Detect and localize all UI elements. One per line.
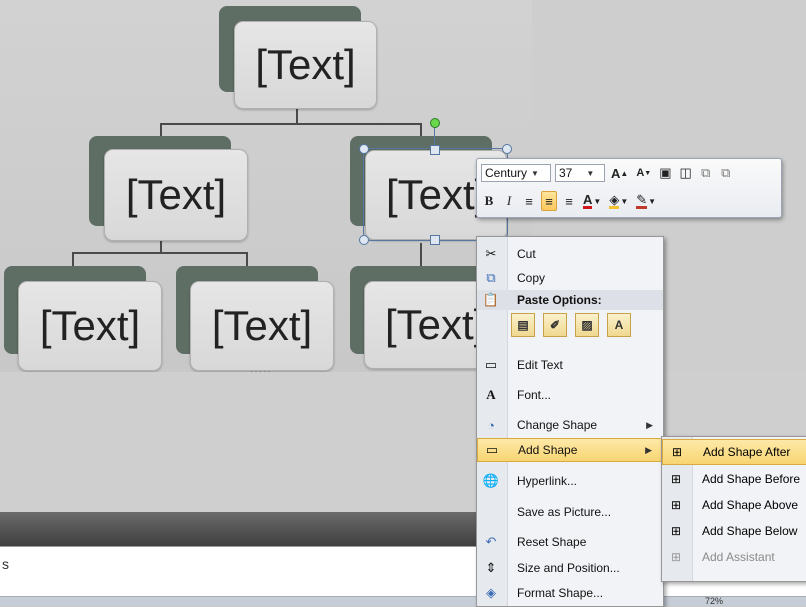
context-menu: ✂ Cut ⧉ Copy 📋 Paste Options: ▤ ✐ ▨ A ▭ … <box>476 236 664 607</box>
submenu-arrow-icon: ▶ <box>645 444 652 455</box>
menu-item-label: Copy <box>517 271 546 285</box>
resize-handle[interactable] <box>359 144 369 154</box>
paste-keep-text-only-icon[interactable]: A <box>607 313 631 337</box>
submenu-item-add-assistant: ⊞ Add Assistant <box>662 544 806 570</box>
font-size-combo[interactable]: 37 ▼ <box>555 164 605 182</box>
font-size-value: 37 <box>559 166 573 180</box>
align-left-icon[interactable]: ≡ <box>521 191 537 211</box>
shape-fill-icon[interactable]: ◈ ▼ <box>607 191 630 211</box>
send-backward-icon[interactable]: ⧉ <box>718 163 734 183</box>
reset-shape-icon: ↶ <box>485 534 497 549</box>
chevron-down-icon[interactable]: ▼ <box>586 169 594 178</box>
paste-options-row: ▤ ✐ ▨ A <box>511 313 631 337</box>
mini-toolbar: Century ▼ 37 ▼ A ▲ A ▼ ▣ ◫ ⧉ ⧉ B I ≡ ≡ ≡ A ▼ … <box>476 158 782 218</box>
paste-use-destination-theme-icon[interactable]: ▤ <box>511 313 535 337</box>
menu-item-label: Add Shape Below <box>702 524 798 538</box>
smartart-node-bot-1[interactable]: [Text] <box>18 281 162 371</box>
menu-item-label: Reset Shape <box>517 535 587 549</box>
add-shape-below-icon: ⊞ <box>670 524 682 538</box>
paste-options-header: 📋 Paste Options: <box>477 290 663 310</box>
smartart-node-bot-2[interactable]: [Text] <box>190 281 334 371</box>
resize-handle[interactable] <box>359 235 369 245</box>
quick-styles-icon[interactable]: ▣ <box>657 163 673 183</box>
menu-header-label: Paste Options: <box>517 293 602 307</box>
align-right-icon[interactable]: ≡ <box>561 191 577 211</box>
menu-item-hyperlink[interactable]: 🌐 Hyperlink... <box>477 469 663 493</box>
submenu-item-add-shape-below[interactable]: ⊞ Add Shape Below <box>662 518 806 544</box>
menu-item-label: Save as Picture... <box>517 505 612 519</box>
menu-item-size-and-position[interactable]: ⇕ Size and Position... <box>477 556 663 580</box>
menu-item-label: Size and Position... <box>517 561 620 575</box>
font-name-combo[interactable]: Century ▼ <box>481 164 551 182</box>
rotate-handle[interactable] <box>430 118 440 128</box>
menu-item-cut[interactable]: ✂ Cut <box>477 242 663 266</box>
add-shape-above-icon: ⊞ <box>670 498 682 512</box>
submenu-item-add-shape-after[interactable]: ⊞ Add Shape After <box>662 439 806 465</box>
menu-item-change-shape[interactable]: ◔ Change Shape ▶ <box>477 413 663 437</box>
shrink-font-icon[interactable]: A ▼ <box>634 163 653 183</box>
add-shape-after-icon: ⊞ <box>671 445 683 459</box>
add-shape-icon: ▭ <box>485 442 499 457</box>
add-assistant-icon: ⊞ <box>670 550 682 564</box>
menu-item-label: Edit Text <box>517 358 563 372</box>
menu-item-label: Add Shape Above <box>702 498 799 512</box>
menu-item-copy[interactable]: ⧉ Copy <box>477 266 663 290</box>
grow-font-icon[interactable]: A ▲ <box>609 163 630 183</box>
change-shape-icon: ◔ <box>487 417 495 433</box>
connector <box>420 243 422 268</box>
font-name-value: Century <box>485 166 528 180</box>
menu-item-edit-text[interactable]: ▭ Edit Text <box>477 353 663 377</box>
menu-item-reset-shape[interactable]: ↶ Reset Shape <box>477 530 663 554</box>
edit-text-icon: ▭ <box>484 357 498 372</box>
resize-handle[interactable] <box>430 145 440 155</box>
menu-item-label: Cut <box>517 247 536 261</box>
shape-styles-icon[interactable]: ◫ <box>678 163 694 183</box>
menu-item-save-as-picture[interactable]: Save as Picture... <box>477 500 663 524</box>
copy-icon: ⧉ <box>486 270 496 285</box>
format-shape-icon: ◈ <box>486 585 496 600</box>
italic-icon[interactable]: I <box>501 191 517 211</box>
resize-handle[interactable] <box>430 235 440 245</box>
connector <box>72 252 248 254</box>
size-position-icon: ⇕ <box>485 560 497 575</box>
menu-item-label: Hyperlink... <box>517 474 578 488</box>
align-center-icon[interactable]: ≡ <box>541 191 557 211</box>
font-icon: A <box>486 387 496 402</box>
notes-text-fragment: s <box>2 556 9 572</box>
resize-handle[interactable] <box>502 144 512 154</box>
connector <box>160 123 422 125</box>
add-shape-submenu: ⊞ Add Shape After ⊞ Add Shape Before ⊞ A… <box>661 436 806 582</box>
add-shape-before-icon: ⊞ <box>670 472 682 486</box>
submenu-item-add-shape-above[interactable]: ⊞ Add Shape Above <box>662 492 806 518</box>
bring-forward-icon[interactable]: ⧉ <box>698 163 714 183</box>
menu-item-label: Add Shape Before <box>702 472 801 486</box>
hyperlink-icon: 🌐 <box>482 473 500 488</box>
paste-picture-icon[interactable]: ▨ <box>575 313 599 337</box>
smartart-node-mid-left[interactable]: [Text] <box>104 149 248 241</box>
menu-item-add-shape[interactable]: ▭ Add Shape ▶ <box>477 438 663 462</box>
smartart-node-top[interactable]: [Text] <box>234 21 377 109</box>
paste-keep-source-formatting-icon[interactable]: ✐ <box>543 313 567 337</box>
chevron-down-icon[interactable]: ▼ <box>531 169 539 178</box>
menu-item-label: Add Shape After <box>703 445 791 459</box>
paste-icon: 📋 <box>482 292 500 307</box>
menu-item-label: Add Shape <box>518 443 578 457</box>
menu-item-font[interactable]: A Font... <box>477 383 663 407</box>
font-color-icon[interactable]: A ▼ <box>581 191 603 211</box>
menu-item-label: Add Assistant <box>702 550 775 564</box>
menu-item-format-shape[interactable]: ◈ Format Shape... <box>477 581 663 605</box>
menu-item-label: Font... <box>517 388 552 402</box>
submenu-item-add-shape-before[interactable]: ⊞ Add Shape Before <box>662 466 806 492</box>
menu-item-label: Format Shape... <box>517 586 604 600</box>
submenu-arrow-icon: ▶ <box>646 419 653 430</box>
shape-outline-icon[interactable]: ✎ ▼ <box>634 191 658 211</box>
menu-item-label: Change Shape <box>517 418 598 432</box>
scissors-icon: ✂ <box>485 246 497 261</box>
bold-icon[interactable]: B <box>481 191 497 211</box>
